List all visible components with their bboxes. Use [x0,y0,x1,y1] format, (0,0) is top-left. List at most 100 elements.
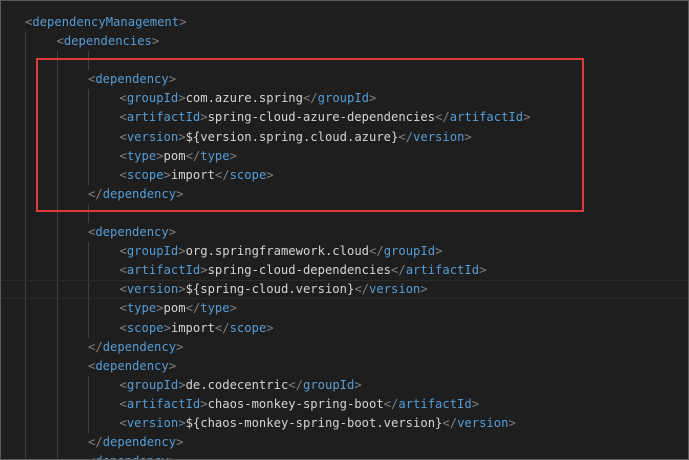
code-line[interactable]: <artifactId>spring-cloud-azure-dependenc… [1,108,688,128]
indent-guide [25,413,26,434]
code-line-content: <artifactId>spring-cloud-dependencies</a… [120,261,487,280]
bracket: > [178,129,186,144]
bracket: > [176,435,184,450]
indent-guide [56,433,58,453]
tag-name: groupId [383,244,436,259]
tag-name: type [126,301,157,316]
text-value: ${version.spring.cloud.azure} [185,129,399,144]
code-line[interactable]: <type>pom</type> [1,146,688,166]
indent-guide [25,318,26,338]
code-line[interactable]: <groupId>de.codecentric</groupId> [1,375,688,395]
bracket: </ [302,91,318,106]
indent-guide [88,242,89,262]
code-line[interactable]: <dependency> [1,452,688,459]
code-line[interactable]: </dependency> [1,337,688,357]
indent-guide [88,318,89,338]
text-value: pom [163,301,186,316]
indent-guide [25,32,26,52]
text-value: com.azure.spring [185,91,303,106]
bracket: > [178,244,186,259]
code-line[interactable]: <version>${version.spring.cloud.azure}</… [1,127,688,147]
bracket: > [508,415,516,430]
tag-name: scope [126,167,164,182]
tag-name: artifactId [405,263,480,278]
bracket: < [119,244,127,259]
indent-guide [56,413,58,434]
bracket: </ [383,396,399,411]
code-line[interactable]: <dependency> [1,70,688,90]
indent-guide [25,70,26,90]
code-editor[interactable]: <dependencyManagement> <dependencies> <dep… [1,13,688,459]
bracket: < [119,320,127,335]
tag-name: groupId [126,244,179,259]
tag-name: dependency [95,358,169,373]
bracket: > [178,415,186,430]
indent-guide [25,203,26,224]
code-line[interactable]: <scope>import</scope> [1,165,688,185]
code-line-content: <dependencies> [57,32,160,51]
code-line[interactable]: <dependency> [1,356,688,376]
indent-guide [56,356,58,376]
bracket: > [471,396,480,411]
code-line[interactable] [1,51,688,71]
code-line-content: <version>${spring-cloud.version}</versio… [120,280,428,299]
bracket: < [119,167,127,182]
code-line[interactable]: <scope>import</scope> [1,318,688,338]
bracket: > [200,263,208,278]
bracket: > [229,301,237,316]
bracket: > [178,377,186,392]
code-line-content: <version>${chaos-monkey-spring-boot.vers… [120,414,516,433]
code-line[interactable]: <version>${spring-cloud.version}</versio… [1,280,688,300]
text-value: import [170,167,215,182]
bracket: > [266,320,274,335]
indent-guide [88,261,89,281]
indent-guide [56,203,58,224]
code-line[interactable]: <dependencyManagement> [1,13,688,32]
bracket: > [435,244,443,259]
indent-guide [88,51,89,71]
text-value: org.springframework.cloud [185,244,369,259]
tag-name: dependency [95,454,168,459]
code-line[interactable]: <artifactId>spring-cloud-dependencies</a… [1,261,688,281]
code-line-content: </dependency> [88,338,183,357]
code-line[interactable]: <dependencies> [1,32,688,52]
tag-name: dependencyManagement [32,15,180,29]
indent-guide [56,375,58,395]
code-line[interactable]: <groupId>org.springframework.cloud</grou… [1,242,688,262]
indent-guide [25,452,26,459]
code-line[interactable]: <groupId>com.azure.spring</groupId> [1,89,688,109]
tag-name: artifactId [126,263,201,278]
code-line[interactable]: <dependency> [1,223,688,243]
code-line[interactable]: <artifactId>chaos-monkey-spring-boot</ar… [1,394,688,414]
bracket: < [119,415,127,430]
indent-guide [56,299,58,319]
indent-guide [88,375,89,395]
code-line-content: <dependency> [88,357,176,376]
bracket: > [169,454,176,459]
bracket: > [163,167,171,182]
code-line-content: </dependency> [88,433,183,452]
bracket: < [119,377,127,392]
bracket: > [369,91,377,106]
bracket: </ [88,186,103,201]
bracket: < [119,148,127,163]
indent-guide [88,394,89,414]
code-line[interactable]: </dependency> [1,433,688,453]
indent-guide [56,280,58,300]
code-line[interactable] [1,203,688,224]
code-line-content: <scope>import</scope> [120,319,274,338]
indent-guide [56,184,58,204]
tag-name: artifactId [126,396,201,411]
code-line[interactable]: <type>pom</type> [1,299,688,319]
indent-guide [25,299,26,319]
bracket: > [266,167,274,182]
code-line[interactable]: </dependency> [1,184,688,204]
indent-guide [56,452,58,459]
code-line-content: <type>pom</type> [120,147,237,166]
tag-name: dependency [95,225,169,240]
indent-guide [25,184,26,204]
code-line-content: <groupId>org.springframework.cloud</grou… [120,242,443,261]
bracket: </ [369,244,384,259]
bracket: </ [435,110,450,125]
code-line[interactable]: <version>${chaos-monkey-spring-boot.vers… [1,413,688,434]
